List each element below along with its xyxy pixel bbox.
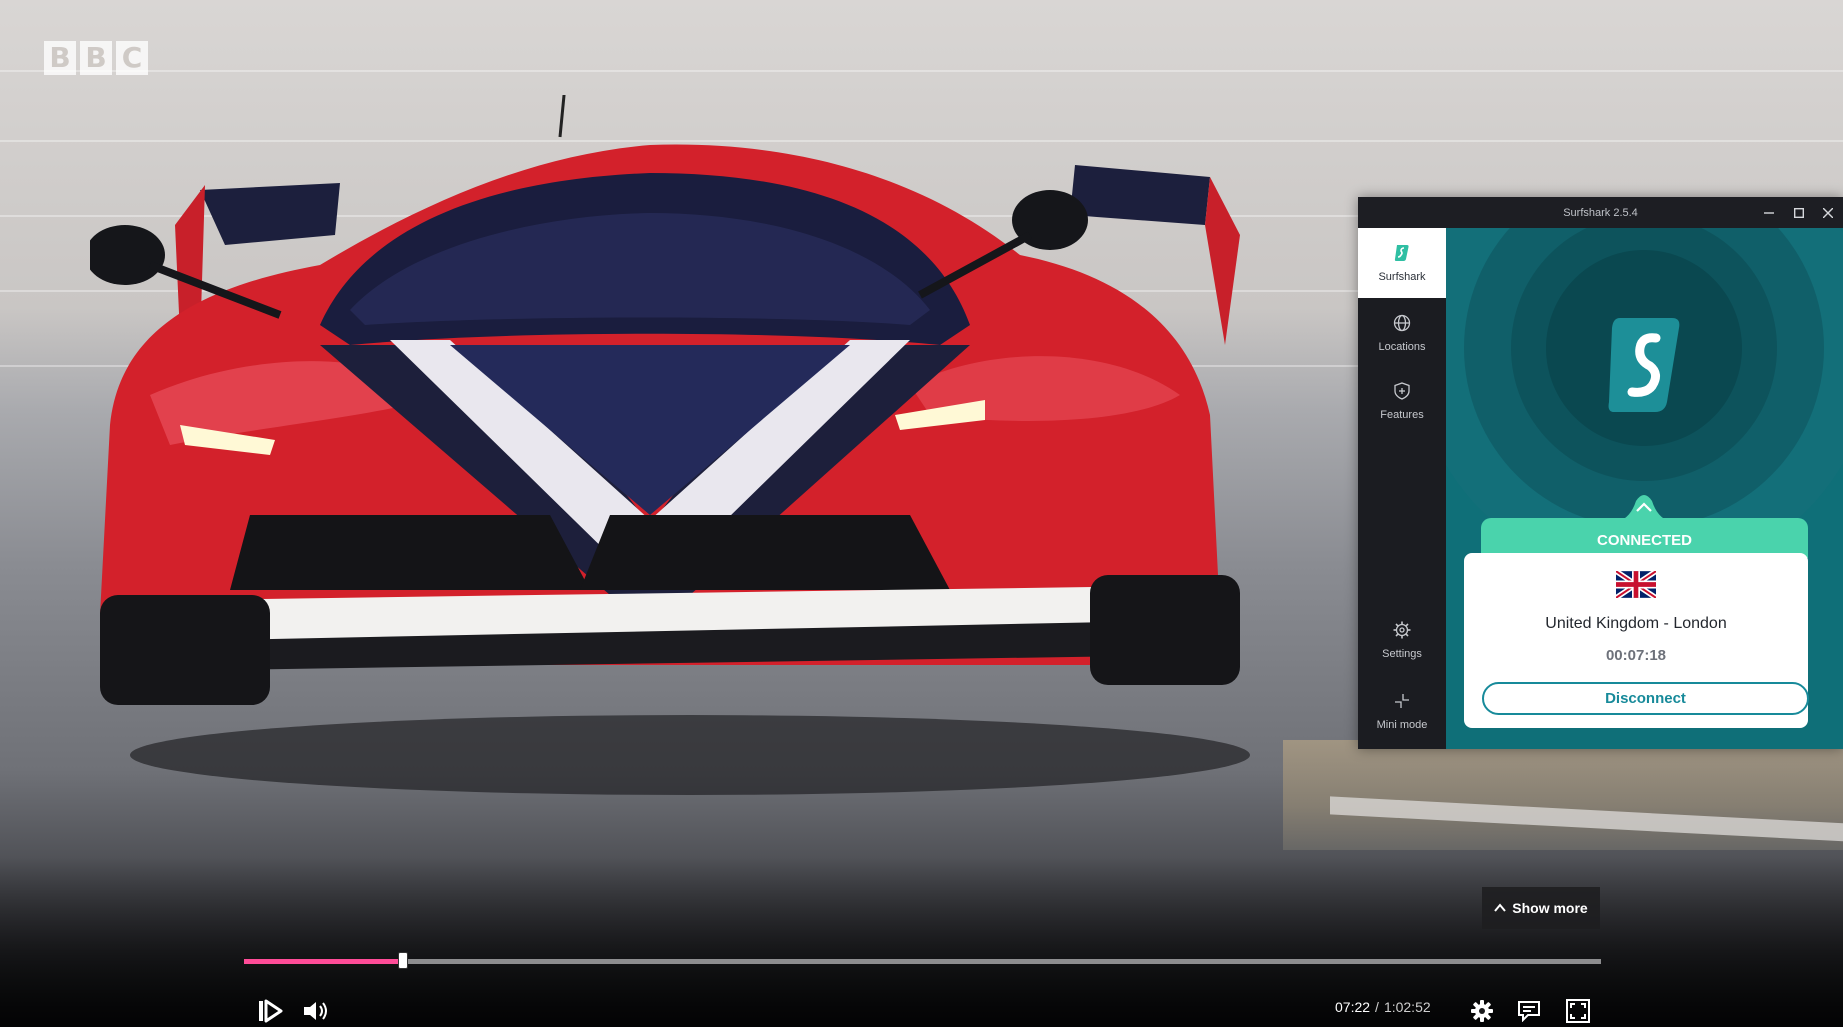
logo-letter: C — [116, 41, 148, 75]
subtitles-icon[interactable] — [1515, 998, 1543, 1024]
wall-stripe — [0, 70, 1843, 72]
current-time: 07:22 — [1335, 999, 1371, 1015]
bbc-logo: B B C — [44, 41, 148, 75]
surfshark-logo-icon — [1394, 244, 1410, 265]
server-location: United Kingdom - London — [1545, 615, 1727, 632]
globe-icon — [1393, 314, 1411, 335]
connection-status[interactable]: CONNECTED — [1481, 518, 1808, 558]
connection-card: United Kingdom - London 00:07:18 Disconn… — [1464, 553, 1809, 728]
connection-timer: 00:07:18 — [1605, 647, 1667, 664]
race-car-image — [90, 95, 1250, 795]
nav-label: Features — [1380, 408, 1424, 421]
settings-icon[interactable] — [1469, 998, 1495, 1024]
minimize-icon[interactable] — [1755, 197, 1783, 228]
gear-icon — [1393, 621, 1411, 642]
nav-surfshark[interactable]: Surfshark — [1358, 228, 1446, 298]
surfshark-logo-icon — [1606, 316, 1682, 414]
nav-label: Locations — [1378, 340, 1426, 353]
close-icon[interactable] — [1814, 197, 1842, 228]
nav-features[interactable]: Features — [1358, 366, 1446, 436]
progress-fill — [244, 959, 403, 964]
fullscreen-icon[interactable] — [1564, 997, 1592, 1025]
window-title: Surfshark 2.5.4 — [1563, 206, 1638, 219]
progress-bar[interactable] — [244, 952, 1601, 969]
nav-mini-mode[interactable]: Mini mode — [1358, 676, 1446, 746]
time-display: 07:22/1:02:52 — [1335, 999, 1431, 1015]
logo-letter: B — [44, 41, 76, 75]
vpn-status-panel: CONNECTED United Kingdom - London 00:07:… — [1446, 228, 1843, 749]
surfshark-window: Surfshark 2.5.4 Surfshark Locations Feat… — [1358, 197, 1843, 749]
chevron-up-icon — [1494, 901, 1507, 916]
uk-flag-icon — [1616, 571, 1656, 598]
volume-icon[interactable] — [300, 996, 332, 1026]
shield-plus-icon — [1394, 381, 1410, 403]
nav-locations[interactable]: Locations — [1358, 298, 1446, 368]
show-more-button[interactable]: Show more — [1482, 887, 1600, 929]
play-pause-icon[interactable] — [255, 996, 285, 1026]
vpn-sidebar: Surfshark Locations Features Settings Mi… — [1358, 228, 1446, 749]
mini-mode-icon — [1393, 692, 1411, 713]
disconnect-button[interactable]: Disconnect — [1482, 682, 1809, 715]
nav-label: Settings — [1382, 647, 1422, 660]
maximize-icon[interactable] — [1785, 197, 1813, 228]
window-titlebar[interactable]: Surfshark 2.5.4 — [1358, 197, 1843, 228]
duration: 1:02:52 — [1383, 999, 1431, 1015]
time-separator: / — [1375, 999, 1379, 1015]
progress-handle[interactable] — [397, 952, 408, 969]
nav-label: Surfshark — [1378, 270, 1426, 283]
show-more-label: Show more — [1512, 900, 1588, 916]
logo-letter: B — [80, 41, 112, 75]
nav-label: Mini mode — [1376, 718, 1428, 731]
nav-settings[interactable]: Settings — [1358, 605, 1446, 675]
